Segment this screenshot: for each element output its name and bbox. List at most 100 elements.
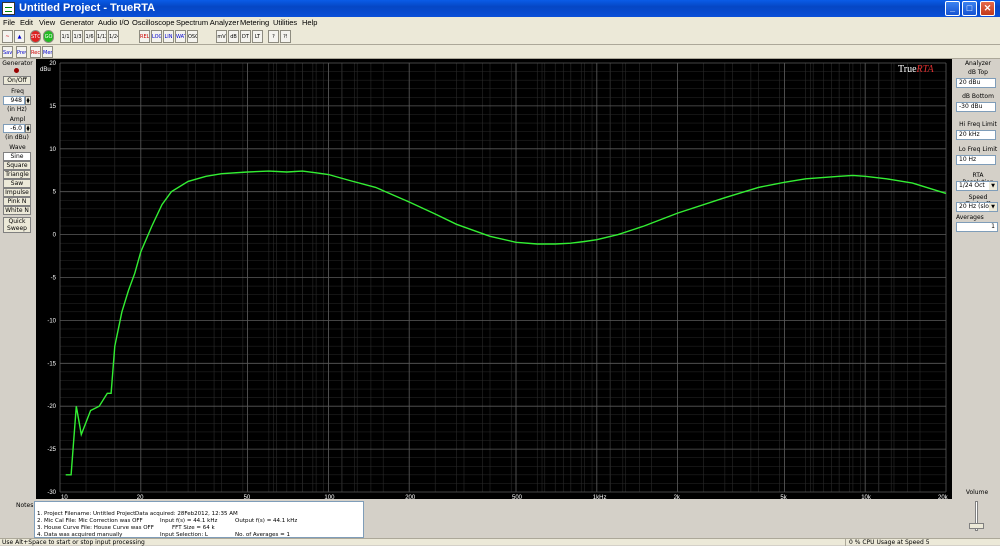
mv-button[interactable]: mV [216,30,227,43]
note-line-3: 3. House Curve File: House Curve was OFF [37,525,154,531]
wave-saw-button[interactable]: Saw [3,179,31,188]
note-line-1: 1. Project Filename: Untitled Project [37,511,136,517]
go-button[interactable]: GO [43,30,54,43]
menu-audio-io[interactable]: Audio I/O [98,17,129,28]
y-tick-label: -25 [47,447,56,453]
averages-input[interactable]: 1 [956,222,998,232]
rta-chart: 20151050-5-10-15-20-25-30 10 20 50 100 200 50… [40,61,949,501]
notes-label: Notes: [16,502,36,509]
window-title: Untitled Project - TrueRTA [19,2,156,14]
osc-button[interactable]: OSC [187,30,198,43]
y-tick-label: 15 [49,104,56,110]
averages-label: Averages [956,214,984,221]
quick-sweep-button[interactable]: Quick Sweep [3,217,31,233]
quick-sweep-label-1: Quick [8,218,26,225]
volume-control: Volume [957,487,997,537]
spectrum-icon[interactable]: ▲ [14,30,25,43]
wave-white-noise-button[interactable]: White N [3,206,31,215]
menu-edit[interactable]: Edit [20,17,33,28]
context-help-button[interactable]: ?! [280,30,291,43]
freq-input[interactable]: 948 [3,96,25,105]
help-button[interactable]: ? [268,30,279,43]
menu-file[interactable]: File [3,17,15,28]
dt-button[interactable]: DT [240,30,251,43]
title-bar: Untitled Project - TrueRTA _ □ ✕ [0,0,1000,17]
wave-label: Wave [9,144,26,151]
octave-1-12-button[interactable]: 1/12 [96,30,107,43]
octave-1-3-button[interactable]: 1/3 [72,30,83,43]
truerta-logo: TrueRTA [898,64,934,75]
note-fft-size: FFT Size = 64 k [172,525,215,531]
close-button[interactable]: ✕ [980,1,995,16]
menu-oscilloscope[interactable]: Oscilloscope [132,17,175,28]
y-axis-label: dBu [40,67,51,73]
rta-resolution-select[interactable]: 1/24 Oct [956,181,998,191]
menu-utilities[interactable]: Utilities [273,17,297,28]
lin-button[interactable]: LIN [163,30,174,43]
db-bottom-label: dB Bottom [962,93,994,100]
toolbar-main: ~ ▲ STOP GO 1/1 1/3 1/6 1/12 1/24 REL LO… [0,28,1000,45]
octave-1-button[interactable]: 1/1 [60,30,71,43]
wave-sine-button[interactable]: Sine [3,152,31,161]
note-line-2: 2. Mic Cal File: Mic Correction was OFF [37,518,143,524]
y-tick-label: 10 [49,147,56,153]
note-output-fs: Output f(s) = 44.1 kHz [235,518,298,524]
ampl-input[interactable]: -6.0 [3,124,25,133]
hi-freq-input[interactable]: 20 kHz [956,130,996,140]
freq-unit: (in Hz) [7,106,27,113]
menu-metering[interactable]: Metering [240,17,269,28]
y-tick-label: -10 [47,318,56,324]
rta-graph[interactable]: 20 15 10 5 0 -5 -10 -15 -20 -25 -30 10 20 50 100 200 50… [36,59,952,501]
y-tick-label: -20 [47,404,56,410]
wave-square-button[interactable]: Square [3,161,31,170]
lo-freq-input[interactable]: 10 Hz [956,155,996,165]
db-top-label: dB Top [968,69,988,76]
wat-button[interactable]: WAT [175,30,186,43]
y-tick-label: 0 [53,233,57,239]
menu-view[interactable]: View [39,17,55,28]
wave-pink-noise-button[interactable]: Pink N [3,197,31,206]
minimize-button[interactable]: _ [945,1,960,16]
freq-spinner[interactable]: ▲ ▼ [25,96,31,105]
lo-freq-label: Lo Freq Limit [958,146,998,153]
menu-help[interactable]: Help [302,17,317,28]
freq-label: Freq [11,88,24,95]
ampl-unit: (in dBu) [5,134,29,141]
db-bottom-input[interactable]: -30 dBu [956,102,996,112]
db-button[interactable]: dB [228,30,239,43]
rec-memory-button[interactable]: Rec [30,46,41,58]
wave-triangle-button[interactable]: Triangle [3,170,31,179]
note-input-fs: Input f(s) = 44.1 kHz [160,518,218,524]
volume-slider-handle[interactable] [969,523,984,529]
save-memory-button[interactable]: Save [2,46,13,58]
quick-sweep-label-2: Sweep [7,225,27,232]
rel-button[interactable]: REL [139,30,150,43]
prev-memory-button[interactable]: Prev [16,46,27,58]
analyzer-title: Analyzer [964,60,992,67]
app-icon [2,2,15,15]
ampl-spinner[interactable]: ▲ ▼ [25,124,31,133]
notes-box[interactable]: 1. Project Filename: Untitled Project 2.… [34,501,364,538]
db-top-input[interactable]: 20 dBu [956,78,996,88]
generator-led-icon [14,68,19,73]
lt-button[interactable]: LT [252,30,263,43]
speed-tradeoff-select[interactable]: 20 Hz (slow) [956,202,998,212]
octave-1-6-button[interactable]: 1/6 [84,30,95,43]
wave-impulse-button[interactable]: Impulse [3,188,31,197]
y-tick-label: -15 [47,361,56,367]
toolbar-memory: Save Prev Rec Mem [0,45,1000,59]
menu-spectrum-analyzer[interactable]: Spectrum Analyzer [176,17,239,28]
generator-on-off-button[interactable]: On/Off [3,76,31,85]
status-bar: Use Alt+Space to start or stop input pro… [0,538,1000,546]
hi-freq-label: Hi Freq Limit [959,121,997,128]
maximize-button[interactable]: □ [962,1,977,16]
octave-1-24-button[interactable]: 1/24 [108,30,119,43]
analyzer-panel: Analyzer dB Top 20 dBu dB Bottom -30 dBu… [952,59,1000,499]
menu-generator[interactable]: Generator [60,17,94,28]
volume-label: Volume [965,489,989,496]
stop-button[interactable]: STOP [30,30,41,43]
generator-wave-icon[interactable]: ~ [2,30,13,43]
mem-button[interactable]: Mem [42,46,53,58]
log-button[interactable]: LOG [151,30,162,43]
generator-panel: Generator On/Off Freq 948 ▲ ▼ (in Hz) Amp… [0,59,34,499]
